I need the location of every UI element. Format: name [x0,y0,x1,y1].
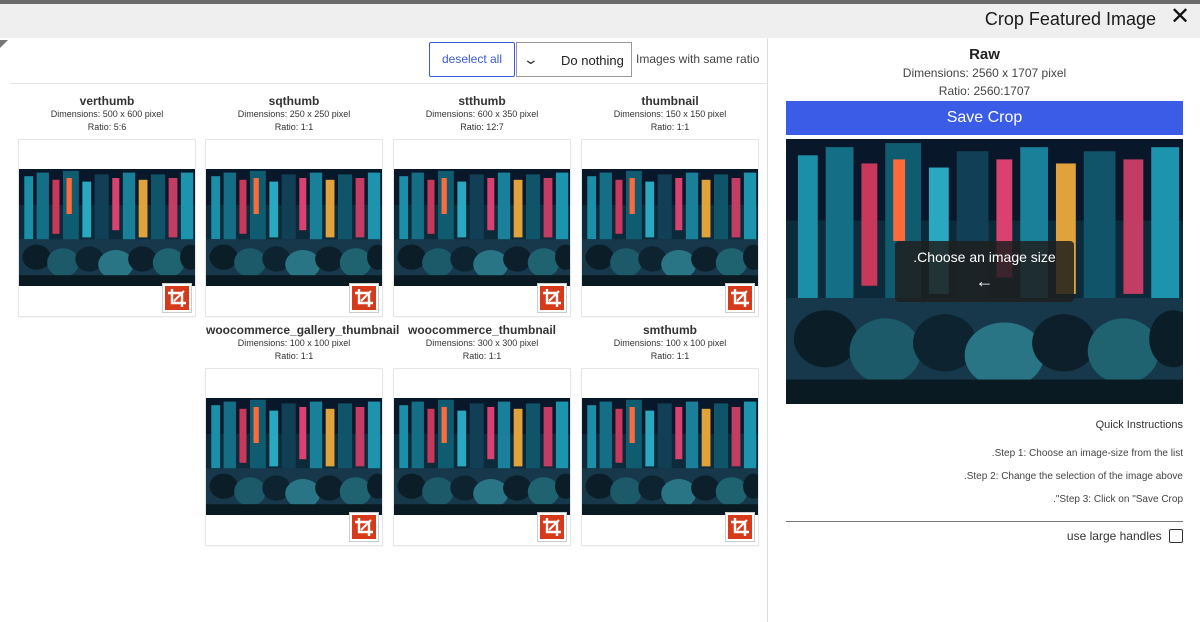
thumbnail-name: woocommerce_gallery_thumbnail [206,323,400,337]
close-icon[interactable]: ✕ [1168,5,1192,31]
arrow-left-icon: ← [975,271,994,291]
quick-instructions-title: Quick Instructions [1095,419,1183,431]
thumbnail-name: thumbnail [641,94,699,108]
thumbnail-dimensions: Dimensions: 300 x 300 pixel [425,338,539,348]
hint-text: .Choose an image size [913,249,1056,265]
crop-icon[interactable] [350,513,378,541]
action-select-value: Do nothing [561,53,624,68]
thumbnail-item[interactable]: smthumb Dimensions: 100 x 100 pixel Rati… [582,323,758,545]
thumbnail-image [582,169,758,286]
thumbnail-card[interactable] [19,140,195,316]
modal-title: Crop Featured Image [984,9,1156,29]
thumbnail-ratio: Ratio: 1:1 [650,122,690,132]
thumbnail-image [582,398,758,515]
thumbnail-ratio: Ratio: 1:1 [462,351,502,361]
thumbnail-card[interactable] [582,140,758,316]
large-handles-checkbox[interactable] [1169,528,1183,543]
thumbnail-card[interactable] [206,140,382,316]
choose-size-hint: .Choose an image size ← [895,241,1074,302]
thumbnail-image [206,169,382,286]
thumbnail-dimensions: Dimensions: 250 x 250 pixel [237,109,351,119]
modal-header: Crop Featured Image ✕ [0,4,1200,38]
thumbnail-name: smthumb [643,323,697,337]
thumbnail-card[interactable] [206,369,382,545]
thumbnail-card[interactable] [582,369,758,545]
thumbnail-dimensions: Dimensions: 100 x 100 pixel [237,338,351,348]
crop-icon[interactable] [538,284,566,312]
instruction-step: ."Step 3: Click on "Save Crop [1053,494,1183,505]
large-handles-option: use large handles [1067,528,1183,543]
save-crop-button[interactable]: Save Crop [786,101,1183,135]
thumbnail-name: woocommerce_thumbnail [407,323,557,337]
thumbnail-card[interactable] [394,140,570,316]
crop-icon[interactable] [538,513,566,541]
same-ratio-label: Images with same ratio [636,52,760,66]
thumbnail-dimensions: Dimensions: 100 x 100 pixel [613,338,727,348]
instruction-step: .Step 2: Change the selection of the ima… [963,471,1183,482]
crop-icon[interactable] [163,284,191,312]
raw-title: Raw [969,46,1000,63]
thumbnail-ratio: Ratio: 1:1 [274,122,314,132]
thumbnail-ratio: Ratio: 5:6 [87,122,127,132]
thumbnail-item[interactable]: thumbnail Dimensions: 150 x 150 pixel Ra… [582,94,758,316]
thumbnail-name: sqthumb [268,94,320,108]
thumbnail-dimensions: Dimensions: 600 x 350 pixel [425,109,539,119]
thumbnail-ratio: Ratio: 1:1 [274,351,314,361]
thumbnail-image [19,169,195,286]
thumbnail-image [206,398,382,515]
thumbnail-image [394,169,570,286]
thumbnail-item[interactable]: woocommerce_gallery_thumbnail Dimensions… [206,323,400,545]
thumbnail-image [394,398,570,515]
image-size-list: deselect all ⌄ Do nothing Images with sa… [0,38,768,622]
crop-icon[interactable] [726,284,754,312]
thumbnail-name: verthumb [79,94,135,108]
crop-preview-area[interactable]: .Choose an image size ← [786,139,1183,404]
raw-dimensions: Dimensions: 2560 x 1707 pixel [902,66,1067,80]
thumbnail-dimensions: Dimensions: 150 x 150 pixel [613,109,727,119]
thumbnail-item[interactable]: woocommerce_thumbnail Dimensions: 300 x … [394,323,570,545]
instruction-step: .Step 1: Choose an image-size from the l… [991,448,1183,459]
large-handles-label: use large handles [1066,528,1162,543]
chevron-down-icon: ⌄ [522,51,540,67]
raw-ratio: Ratio: 2560:1707 [938,84,1031,98]
thumbnail-item[interactable]: verthumb Dimensions: 500 x 600 pixel Rat… [19,94,195,316]
list-toolbar: deselect all ⌄ Do nothing Images with sa… [10,38,768,84]
thumbnail-card[interactable] [394,369,570,545]
thumbnail-ratio: Ratio: 12:7 [460,122,504,132]
thumbnail-item[interactable]: stthumb Dimensions: 600 x 350 pixel Rati… [394,94,570,316]
deselect-all-button[interactable]: deselect all [429,42,515,77]
crop-icon[interactable] [350,284,378,312]
crop-editor-panel: Raw Dimensions: 2560 x 1707 pixel Ratio:… [769,38,1200,622]
thumbnail-name: stthumb [458,94,506,108]
thumbnail-ratio: Ratio: 1:1 [650,351,690,361]
crop-icon[interactable] [726,513,754,541]
thumbnail-item[interactable]: sqthumb Dimensions: 250 x 250 pixel Rati… [206,94,382,316]
divider [786,521,1183,522]
thumbnail-dimensions: Dimensions: 500 x 600 pixel [50,109,164,119]
action-select[interactable]: ⌄ Do nothing [516,42,632,77]
